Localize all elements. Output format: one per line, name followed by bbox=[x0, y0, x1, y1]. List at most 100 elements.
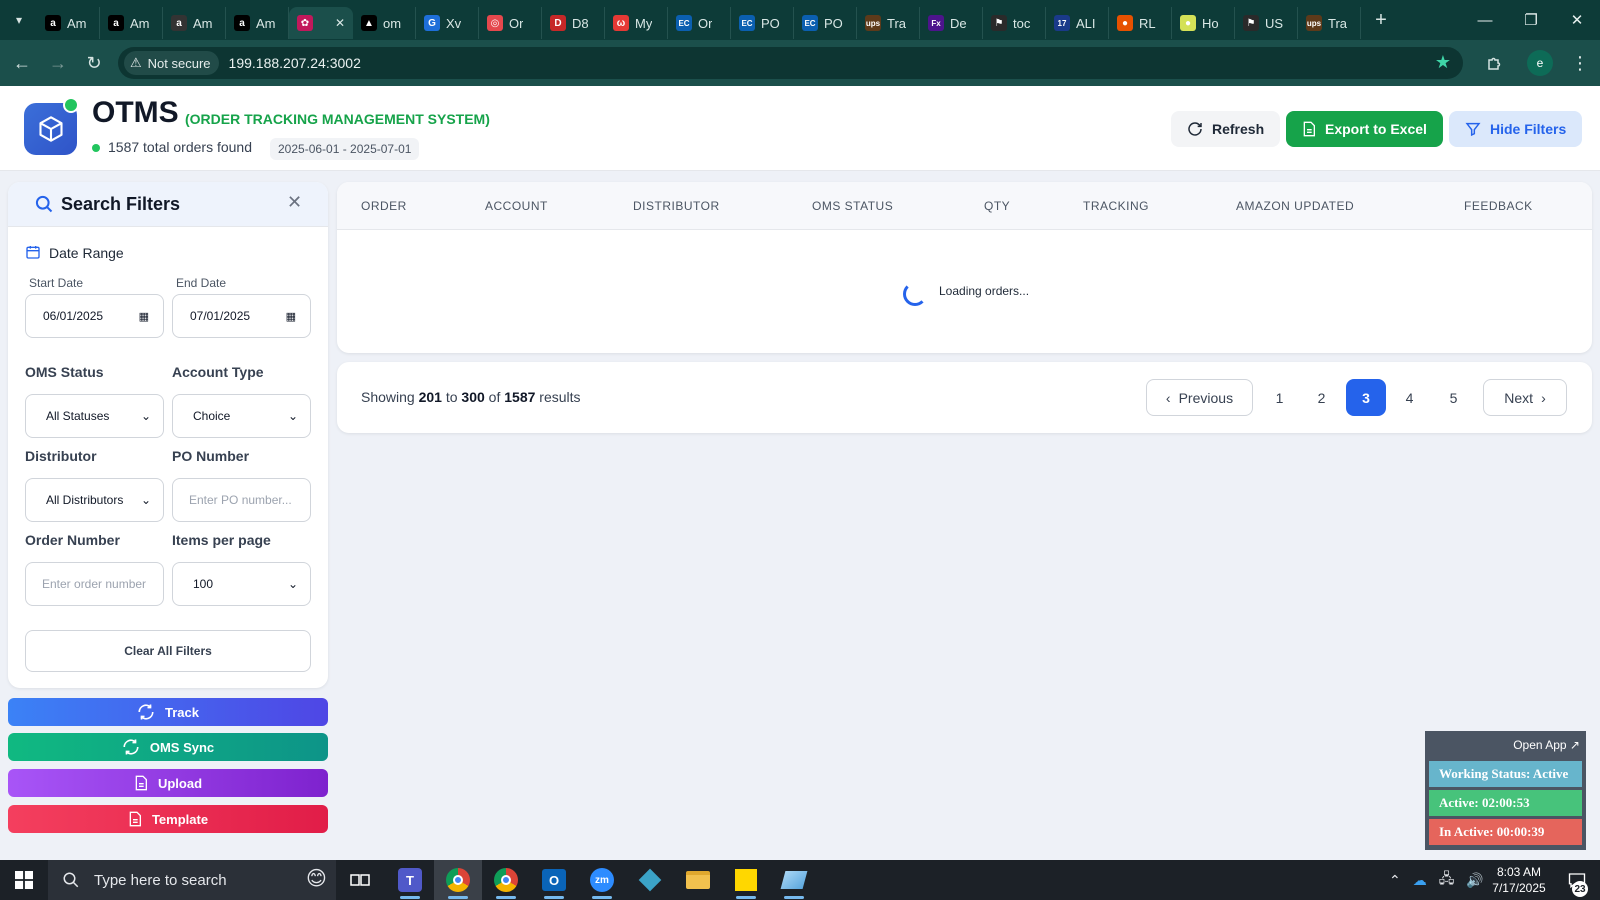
open-app-link[interactable]: Open App ↗ bbox=[1513, 738, 1580, 752]
browser-tab[interactable]: ⚑ US bbox=[1235, 7, 1298, 39]
column-header-distributor[interactable]: DISTRIBUTOR bbox=[633, 199, 720, 213]
triangle-icon: ▲ bbox=[361, 15, 377, 31]
browser-tab[interactable]: Fx De bbox=[920, 7, 983, 39]
reload-icon[interactable]: ↻ bbox=[76, 45, 112, 81]
browser-tab[interactable]: ups Tra bbox=[857, 7, 920, 39]
column-header-account[interactable]: ACCOUNT bbox=[485, 199, 548, 213]
rl-icon: ● bbox=[1117, 15, 1133, 31]
browser-tab[interactable]: EC Or bbox=[668, 7, 731, 39]
taskbar-search-box[interactable]: Type here to search 😊 bbox=[48, 860, 336, 900]
next-page-button[interactable]: Next › bbox=[1483, 379, 1567, 416]
column-header-oms-status[interactable]: OMS STATUS bbox=[812, 199, 893, 213]
browser-tab[interactable]: G Xv bbox=[416, 7, 479, 39]
browser-tab[interactable]: ● RL bbox=[1109, 7, 1172, 39]
forward-icon[interactable]: → bbox=[40, 45, 76, 81]
upload-button[interactable]: Upload bbox=[8, 769, 328, 797]
close-filters-icon[interactable]: ✕ bbox=[287, 192, 302, 213]
browser-tab[interactable]: ▲ om bbox=[353, 7, 416, 39]
browser-tab[interactable]: ● Ho bbox=[1172, 7, 1235, 39]
template-button[interactable]: Template bbox=[8, 805, 328, 833]
browser-tab[interactable]: a Am bbox=[100, 7, 163, 39]
tab-strip: a Am a Am a Am a Am ✿ ✕ ▲ om G Xv ◎ Or D D8 ω My EC Or EC PO EC P… bbox=[37, 1, 1361, 39]
chrome-profile-icon[interactable] bbox=[482, 860, 530, 900]
extensions-icon[interactable] bbox=[1477, 45, 1513, 81]
new-tab-button[interactable]: + bbox=[1367, 6, 1395, 34]
windows-start-icon[interactable] bbox=[0, 860, 48, 900]
work-status-widget: Open App ↗ Working Status: Active Active… bbox=[1425, 731, 1586, 850]
column-header-amazon-updated[interactable]: AMAZON UPDATED bbox=[1236, 199, 1354, 213]
end-date-input[interactable]: 07/01/2025 ▦ bbox=[172, 294, 311, 338]
browser-tab[interactable]: ω My bbox=[605, 7, 668, 39]
browser-tab[interactable]: ⚑ toc bbox=[983, 7, 1046, 39]
system-tray: ⌃ ☁ 🖧 🔊 bbox=[1389, 860, 1484, 900]
page-button-5[interactable]: 5 bbox=[1435, 379, 1472, 416]
tab-search-button[interactable]: ▾ bbox=[5, 6, 33, 34]
file-explorer-icon[interactable] bbox=[674, 860, 722, 900]
page-button-2[interactable]: 2 bbox=[1303, 379, 1340, 416]
po-number-input[interactable]: Enter PO number... bbox=[172, 478, 311, 522]
items-per-page-select[interactable]: 100 ⌄ bbox=[172, 562, 311, 606]
url-text[interactable]: 199.188.207.24:3002 bbox=[229, 55, 361, 71]
start-date-input[interactable]: 06/01/2025 ▦ bbox=[25, 294, 164, 338]
browser-tab[interactable]: ups Tra bbox=[1298, 7, 1361, 39]
outlook-icon[interactable]: O bbox=[530, 860, 578, 900]
back-icon[interactable]: ← bbox=[4, 45, 40, 81]
browser-tab[interactable]: D D8 bbox=[542, 7, 605, 39]
browser-tab[interactable]: a Am bbox=[226, 7, 289, 39]
clock[interactable]: 8:03 AM 7/17/2025 bbox=[1483, 864, 1555, 896]
task-view-icon[interactable] bbox=[336, 860, 384, 900]
browser-tab[interactable]: a Am bbox=[163, 7, 226, 39]
hide-filters-button[interactable]: Hide Filters bbox=[1449, 111, 1583, 147]
track-button[interactable]: Track bbox=[8, 698, 328, 726]
previous-page-button[interactable]: ‹ Previous bbox=[1146, 379, 1253, 416]
account-type-select[interactable]: Choice ⌄ bbox=[172, 394, 311, 438]
volume-icon[interactable]: 🔊 bbox=[1466, 872, 1483, 889]
browser-tab[interactable]: EC PO bbox=[731, 7, 794, 39]
page-button-3[interactable]: 3 bbox=[1346, 379, 1386, 416]
chrome-icon[interactable] bbox=[434, 860, 482, 900]
otms-icon: ✿ bbox=[297, 15, 313, 31]
browser-tab[interactable]: EC PO bbox=[794, 7, 857, 39]
close-window-icon[interactable]: ✕ bbox=[1554, 0, 1600, 40]
distributor-select[interactable]: All Distributors ⌄ bbox=[25, 478, 164, 522]
column-header-feedback[interactable]: FEEDBACK bbox=[1464, 199, 1533, 213]
omnibox[interactable]: ⚠ Not secure 199.188.207.24:3002 ★ bbox=[118, 47, 1463, 79]
network-icon[interactable]: 🖧 bbox=[1439, 868, 1455, 892]
zoom-icon[interactable]: zm bbox=[578, 860, 626, 900]
refresh-button[interactable]: Refresh bbox=[1171, 111, 1281, 147]
range-from: 201 bbox=[418, 389, 442, 405]
snipping-tool-icon[interactable] bbox=[770, 860, 818, 900]
minimize-icon[interactable]: — bbox=[1462, 0, 1508, 40]
onedrive-icon[interactable]: ☁ bbox=[1413, 872, 1427, 889]
teams-icon[interactable]: T bbox=[386, 860, 434, 900]
column-header-order[interactable]: ORDER bbox=[361, 199, 407, 213]
browser-tab[interactable]: ◎ Or bbox=[479, 7, 542, 39]
browser-menu-icon[interactable]: ⋮ bbox=[1567, 45, 1593, 81]
start-date-label: Start Date bbox=[29, 276, 84, 290]
restore-icon[interactable]: ❐ bbox=[1508, 0, 1554, 40]
profile-avatar[interactable]: e bbox=[1527, 50, 1553, 76]
active-time-row: Active: 02:00:53 bbox=[1429, 790, 1582, 816]
oms-status-select[interactable]: All Statuses ⌄ bbox=[25, 394, 164, 438]
clear-filters-button[interactable]: Clear All Filters bbox=[25, 630, 311, 672]
chevron-up-icon[interactable]: ⌃ bbox=[1389, 872, 1401, 889]
calendar-picker-icon[interactable]: ▦ bbox=[286, 310, 296, 323]
export-excel-button[interactable]: Export to Excel bbox=[1286, 111, 1443, 147]
calendar-picker-icon[interactable]: ▦ bbox=[139, 310, 149, 323]
page-button-4[interactable]: 4 bbox=[1391, 379, 1428, 416]
chevron-down-icon: ⌄ bbox=[287, 409, 298, 423]
browser-tab[interactable]: a Am bbox=[37, 7, 100, 39]
oms-sync-button[interactable]: OMS Sync bbox=[8, 733, 328, 761]
browser-tab[interactable]: ✿ ✕ bbox=[289, 7, 353, 39]
page-button-1[interactable]: 1 bbox=[1261, 379, 1298, 416]
column-header-tracking[interactable]: TRACKING bbox=[1083, 199, 1149, 213]
sticky-notes-icon[interactable] bbox=[722, 860, 770, 900]
site-info-chip[interactable]: ⚠ Not secure bbox=[124, 51, 219, 75]
close-tab-icon[interactable]: ✕ bbox=[335, 16, 345, 30]
browser-tab[interactable]: 17 ALI bbox=[1046, 7, 1109, 39]
bookmark-star-icon[interactable]: ★ bbox=[1435, 52, 1451, 73]
diamond-app-icon[interactable] bbox=[626, 860, 674, 900]
to-word: to bbox=[445, 389, 458, 405]
column-header-qty[interactable]: QTY bbox=[984, 199, 1010, 213]
order-number-input[interactable]: Enter order number bbox=[25, 562, 164, 606]
